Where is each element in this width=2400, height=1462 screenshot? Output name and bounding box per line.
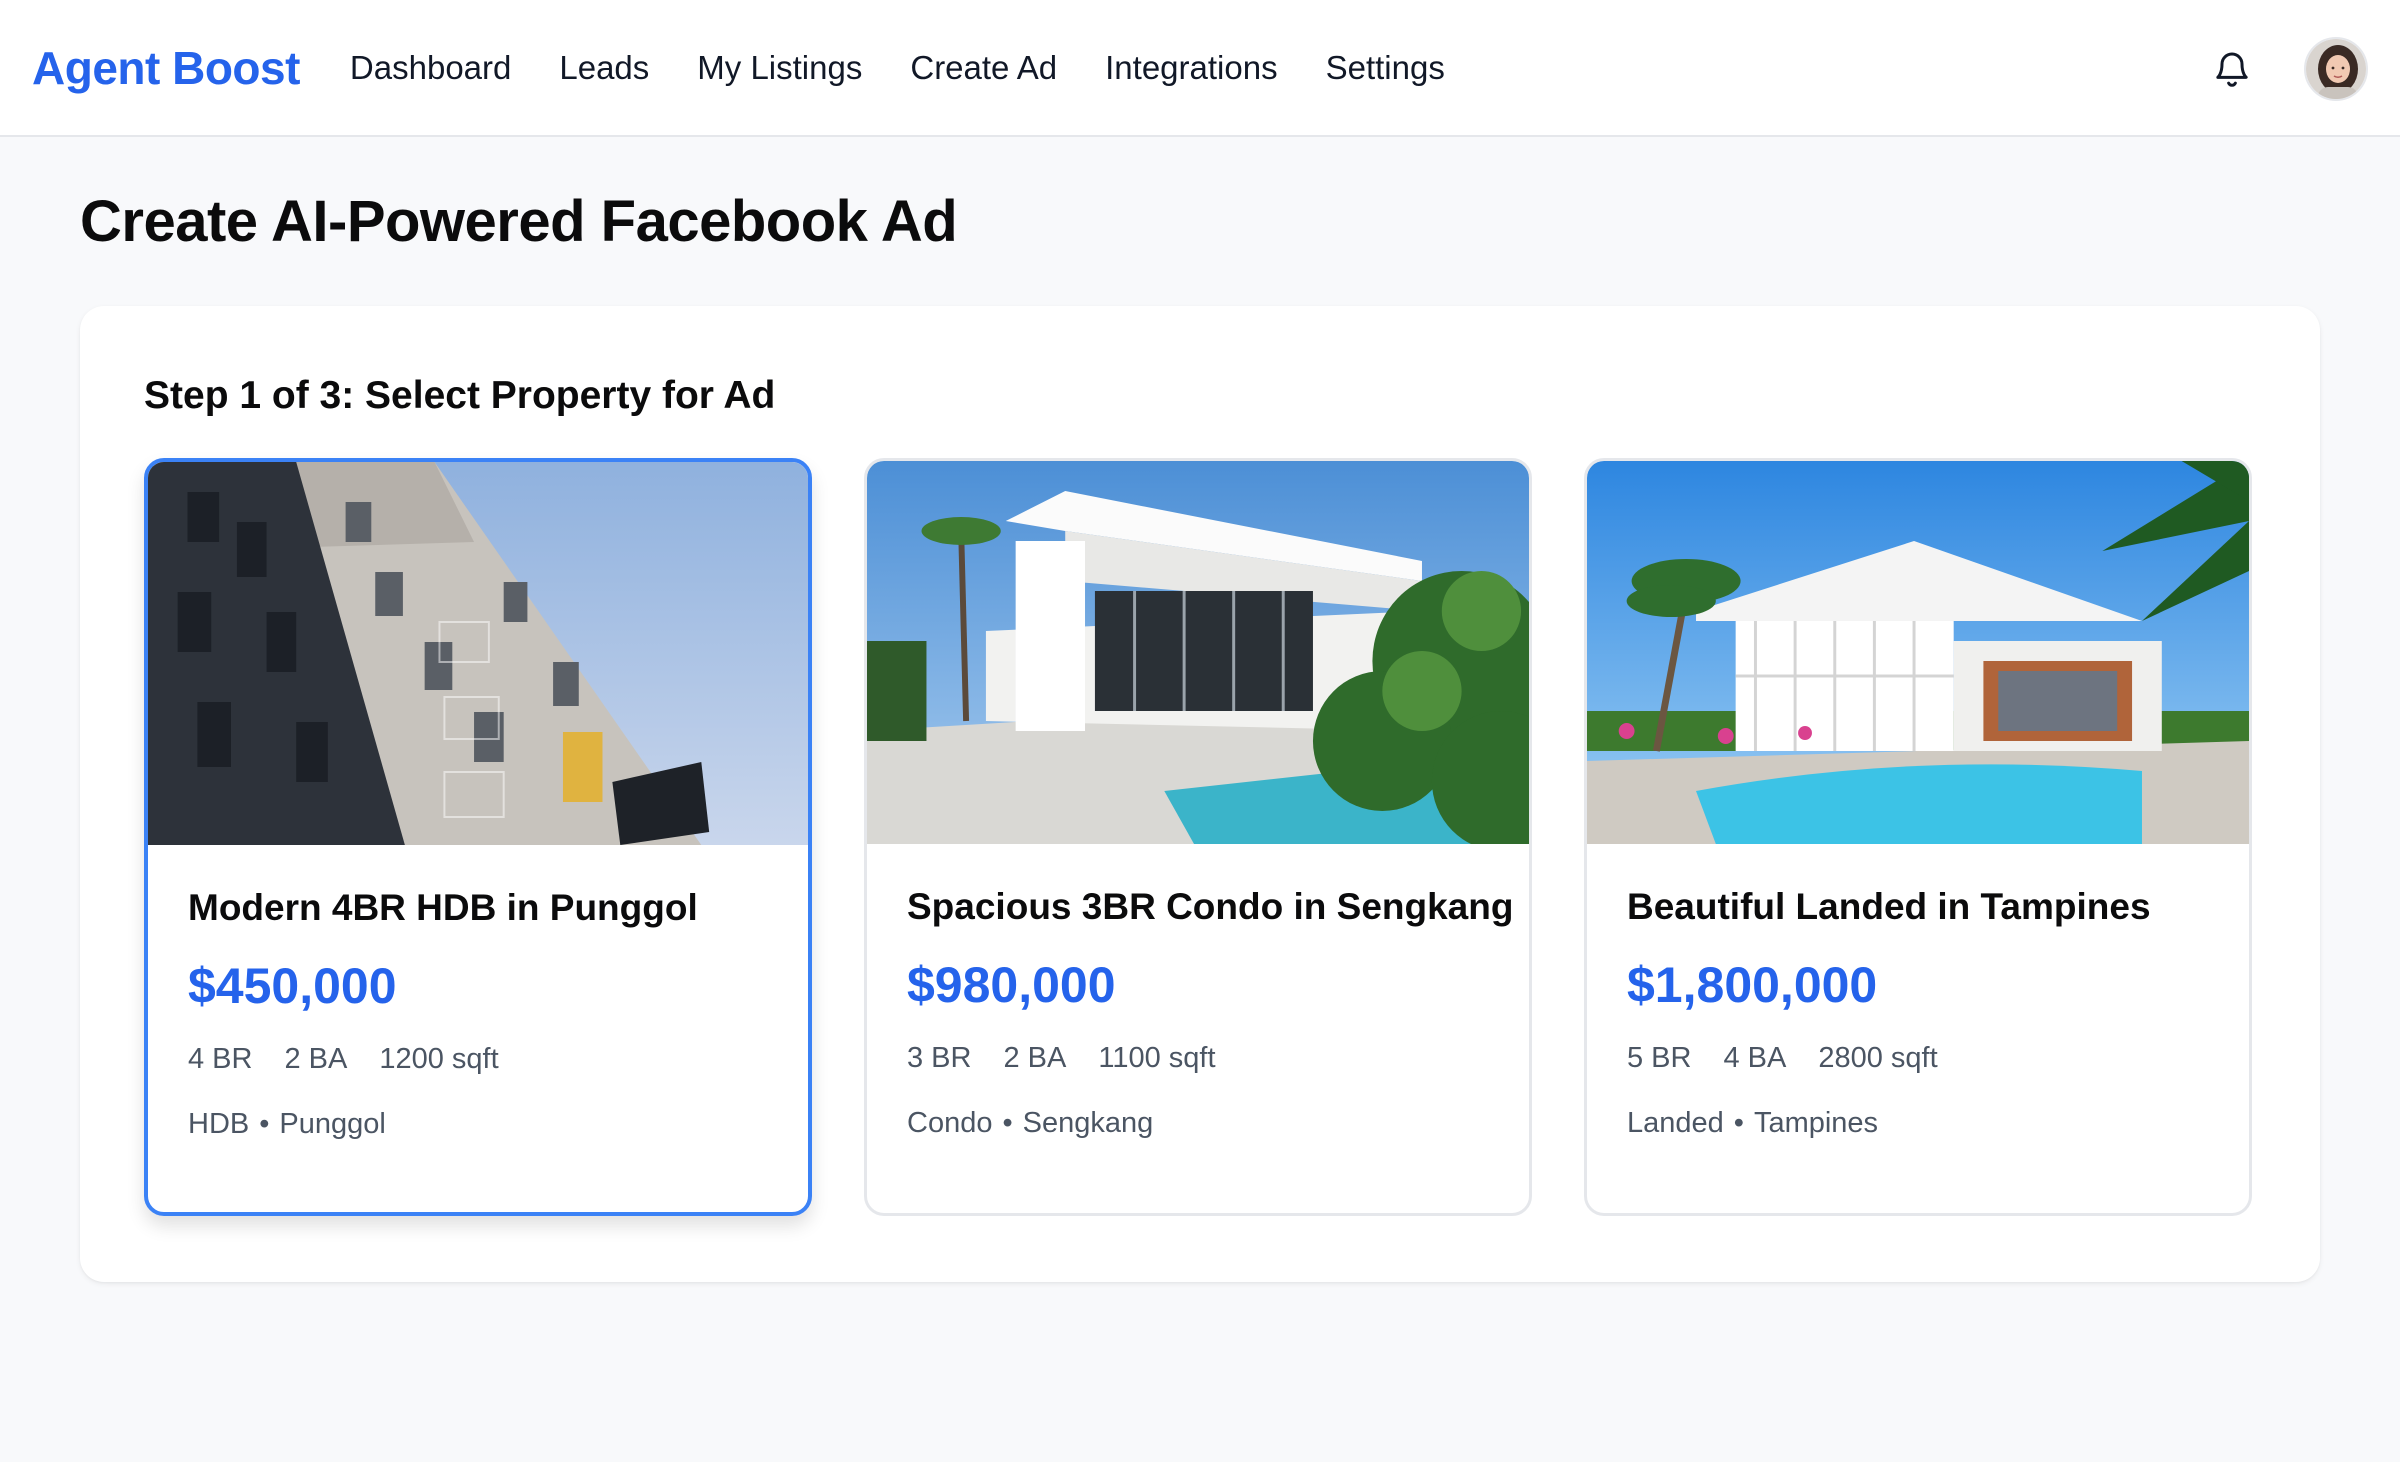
nav-integrations[interactable]: Integrations xyxy=(1105,49,1277,87)
property-area: 1100 sqft xyxy=(1098,1042,1216,1074)
nav-my-listings[interactable]: My Listings xyxy=(697,49,862,87)
property-photo-condo xyxy=(867,461,1529,844)
nav-dashboard[interactable]: Dashboard xyxy=(350,49,511,87)
property-location: Sengkang xyxy=(1022,1107,1154,1139)
property-title: Beautiful Landed in Tampines xyxy=(1627,886,2151,927)
property-beds: 5 BR xyxy=(1627,1042,1692,1074)
property-type: HDB xyxy=(188,1108,250,1140)
property-price: $1,800,000 xyxy=(1627,957,1878,1013)
page-title: Create AI-Powered Facebook Ad xyxy=(80,189,958,254)
top-navigation-bar: Agent Boost Dashboard Leads My Listings … xyxy=(0,0,2400,137)
property-price: $980,000 xyxy=(907,957,1116,1013)
property-meta: HDB • Punggol xyxy=(188,1108,386,1140)
header-actions xyxy=(2212,0,2368,137)
property-price: $450,000 xyxy=(188,958,397,1014)
nav-leads[interactable]: Leads xyxy=(559,49,649,87)
property-card-tampines-landed[interactable]: Beautiful Landed in Tampines $1,800,000 … xyxy=(1584,458,2252,1216)
property-baths: 4 BA xyxy=(1723,1042,1787,1074)
property-location: Tampines xyxy=(1753,1107,1879,1139)
property-type: Condo xyxy=(907,1107,993,1139)
property-area: 1200 sqft xyxy=(379,1043,499,1075)
property-photo-landed xyxy=(1587,461,2249,844)
step-title: Step 1 of 3: Select Property for Ad xyxy=(144,374,776,417)
property-meta: Condo • Sengkang xyxy=(907,1107,1154,1139)
property-title: Modern 4BR HDB in Punggol xyxy=(188,887,698,928)
property-meta: Landed • Tampines xyxy=(1627,1107,1879,1139)
brand-logo[interactable]: Agent Boost xyxy=(32,41,300,95)
property-card-sengkang-condo[interactable]: Spacious 3BR Condo in Sengkang $980,000 … xyxy=(864,458,1532,1216)
nav-create-ad[interactable]: Create Ad xyxy=(910,49,1057,87)
main-nav: Dashboard Leads My Listings Create Ad In… xyxy=(350,49,1445,87)
property-area: 2800 sqft xyxy=(1818,1042,1938,1074)
property-specs: 4 BR 2 BA 1200 sqft xyxy=(188,1043,768,1076)
property-title: Spacious 3BR Condo in Sengkang xyxy=(907,886,1514,927)
property-location: Punggol xyxy=(279,1108,386,1140)
property-specs: 3 BR 2 BA 1100 sqft xyxy=(907,1042,1489,1075)
property-photo-hdb xyxy=(148,462,808,845)
avatar[interactable] xyxy=(2304,36,2368,101)
property-card-punggol-hdb[interactable]: Modern 4BR HDB in Punggol $450,000 4 BR … xyxy=(144,458,812,1216)
property-card-list: Modern 4BR HDB in Punggol $450,000 4 BR … xyxy=(144,458,2252,1216)
property-type: Landed xyxy=(1627,1107,1724,1139)
property-beds: 4 BR xyxy=(188,1043,253,1075)
ad-wizard-panel: Step 1 of 3: Select Property for Ad Mode… xyxy=(80,306,2320,1282)
property-baths: 2 BA xyxy=(284,1043,348,1075)
property-specs: 5 BR 4 BA 2800 sqft xyxy=(1627,1042,2209,1075)
property-beds: 3 BR xyxy=(907,1042,972,1074)
bell-icon[interactable] xyxy=(2212,47,2252,91)
nav-settings[interactable]: Settings xyxy=(1326,49,1445,87)
property-baths: 2 BA xyxy=(1003,1042,1067,1074)
